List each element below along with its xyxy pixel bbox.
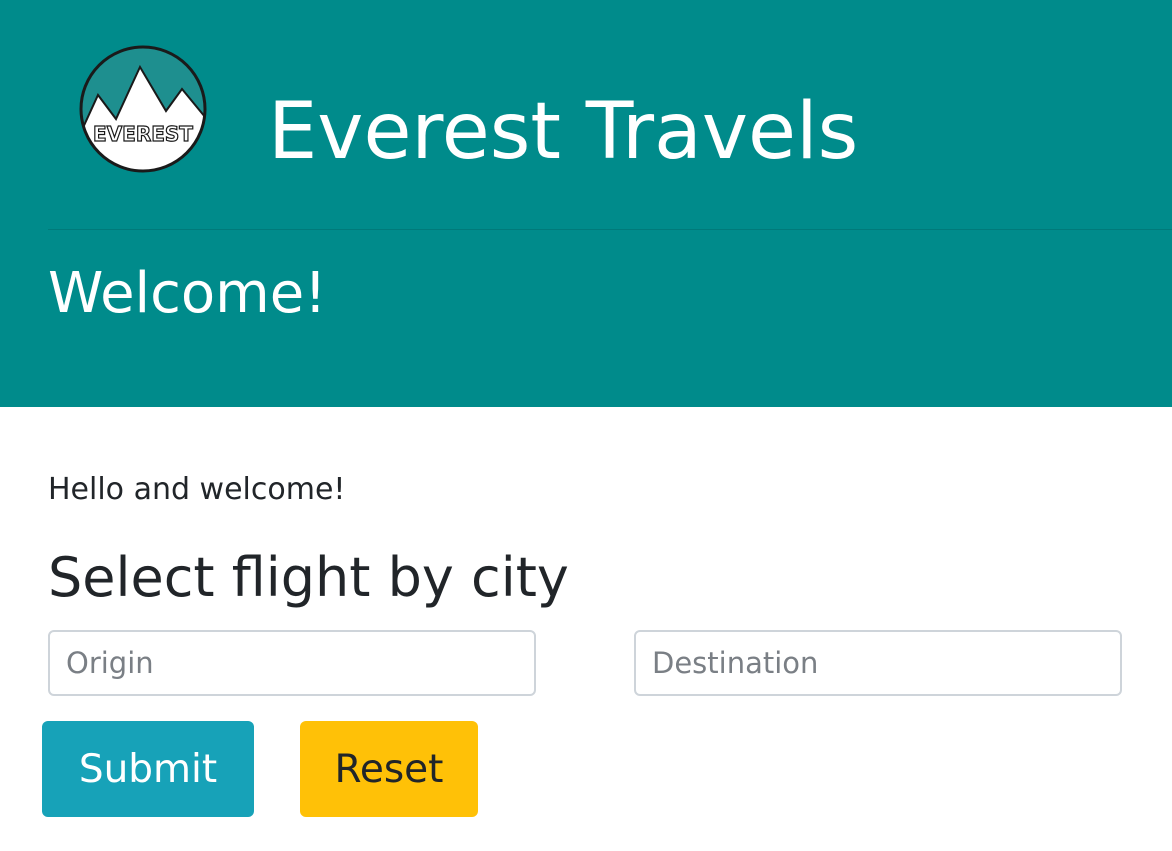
- brand-title: Everest Travels: [268, 87, 859, 177]
- welcome-heading: Welcome!: [48, 261, 327, 326]
- site-header: EVEREST Everest Travels Welcome!: [0, 0, 1172, 407]
- origin-input[interactable]: [48, 630, 536, 696]
- destination-input[interactable]: [634, 630, 1122, 696]
- header-divider: [48, 229, 1172, 230]
- mountain-logo-icon: EVEREST: [79, 45, 207, 173]
- reset-button[interactable]: Reset: [300, 721, 478, 817]
- logo-wordmark: EVEREST: [93, 122, 193, 146]
- section-title: Select flight by city: [48, 546, 569, 609]
- intro-text: Hello and welcome!: [48, 472, 346, 507]
- submit-button[interactable]: Submit: [42, 721, 254, 817]
